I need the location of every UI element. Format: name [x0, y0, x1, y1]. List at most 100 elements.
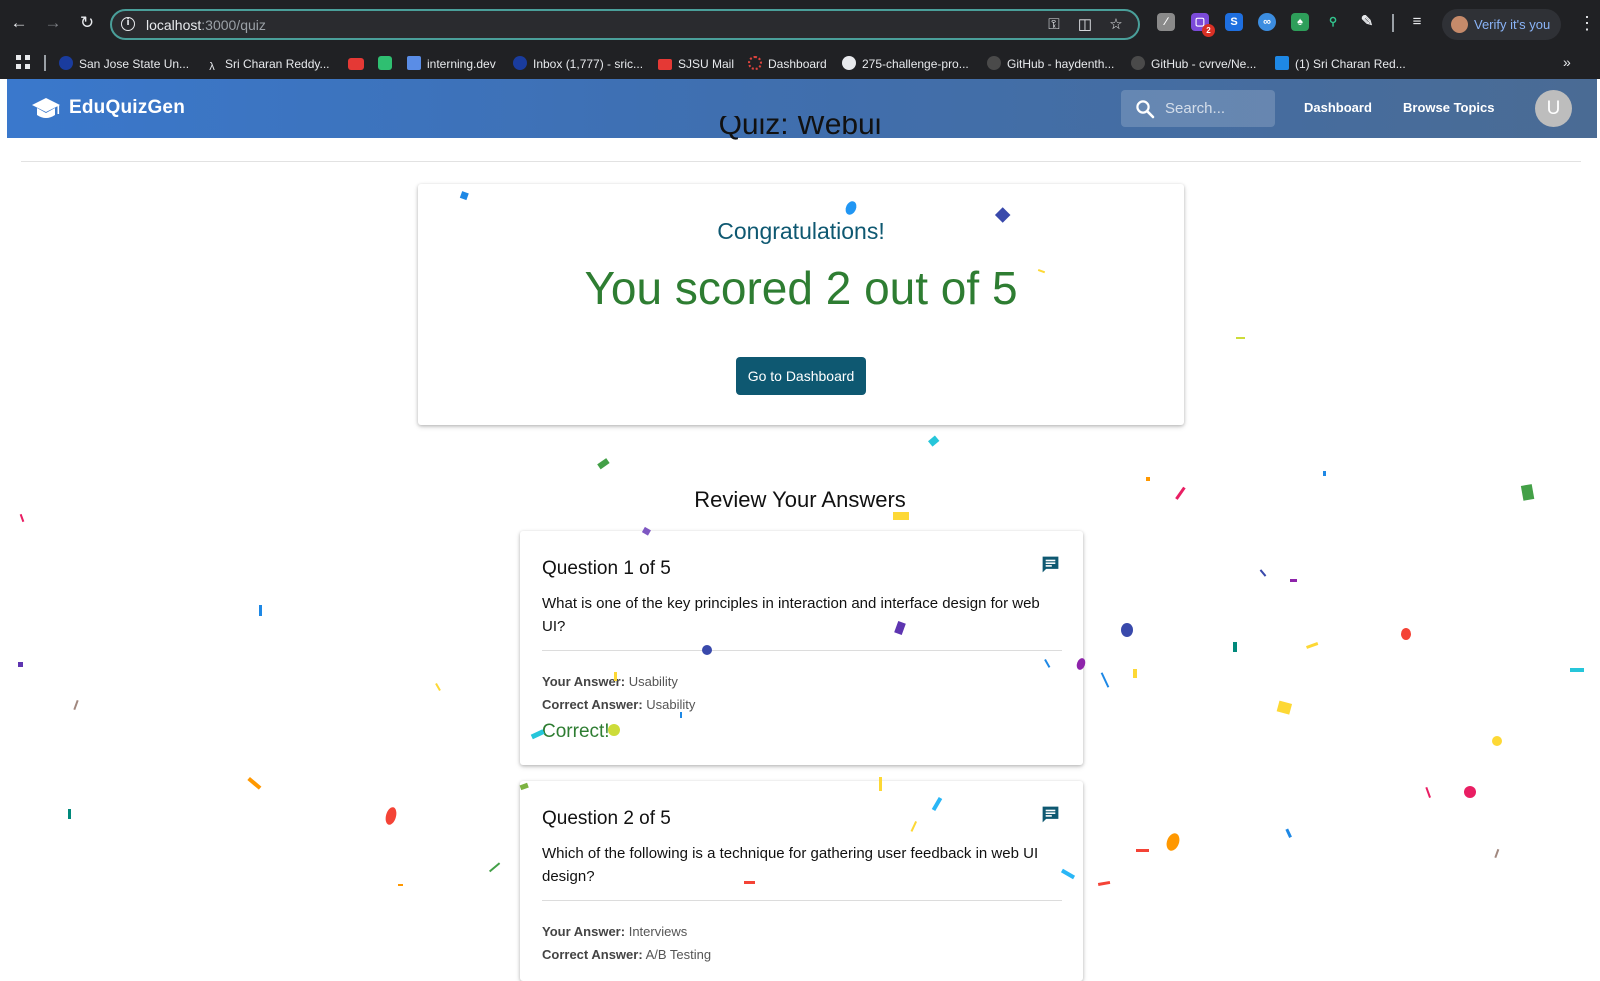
- bookmark-favicon: [748, 56, 762, 70]
- comment-icon[interactable]: [1040, 804, 1061, 825]
- score-text: You scored 2 out of 5: [584, 262, 1018, 314]
- verify-label: Verify it's you: [1474, 17, 1551, 32]
- github-icon: [987, 56, 1001, 70]
- confetti-piece: [1290, 579, 1297, 582]
- extension-icon[interactable]: ▢ 2: [1191, 13, 1215, 37]
- bookmark-item[interactable]: Inbox (1,777) - sric...: [513, 55, 643, 73]
- reload-icon[interactable]: ↻: [76, 12, 98, 34]
- confetti-piece: [893, 512, 909, 520]
- install-app-icon[interactable]: ◫: [1075, 15, 1095, 35]
- bookmark-star-icon[interactable]: ☆: [1106, 15, 1126, 35]
- forward-icon[interactable]: →: [42, 12, 64, 34]
- bookmark-favicon: [513, 56, 527, 70]
- confetti-piece: [1401, 628, 1411, 640]
- linkedin-icon: [1275, 56, 1289, 70]
- confetti-piece: [1425, 786, 1431, 798]
- confetti-piece: [1166, 833, 1180, 851]
- comment-icon[interactable]: [1040, 554, 1061, 575]
- github-icon: [1131, 56, 1145, 70]
- extension-icon[interactable]: ∕: [1157, 13, 1175, 31]
- confetti-piece: [73, 699, 79, 711]
- bookmark-item[interactable]: 275-challenge-pro...: [842, 55, 969, 73]
- question-text: What is one of the key principles in int…: [542, 595, 1040, 635]
- confetti-piece: [1121, 623, 1133, 637]
- correct-answer-value: A/B Testing: [645, 947, 712, 962]
- correct-answer-line: Correct Answer: A/B Testing: [542, 947, 711, 962]
- bookmark-label: Inbox (1,777) - sric...: [533, 57, 644, 71]
- confetti-piece: [1146, 477, 1150, 481]
- score-card: Congratulations! You scored 2 out of 5 G…: [418, 184, 1184, 425]
- bookmark-item[interactable]: SJSU Mail: [658, 55, 734, 73]
- browser-toolbar: ← → ↻ i localhost:3000/quiz ⚿ ◫ ☆ ∕ ▢ 2 S…: [0, 0, 1600, 48]
- extension-icon[interactable]: S: [1225, 13, 1243, 31]
- extension-icon[interactable]: ⚲: [1324, 13, 1342, 31]
- bookmark-item[interactable]: San Jose State Un...: [59, 55, 189, 73]
- confetti-piece: [19, 513, 25, 523]
- bookmark-label: (1) Sri Charan Red...: [1295, 57, 1406, 71]
- confetti-piece: [247, 776, 262, 790]
- confetti-piece: [1306, 642, 1319, 649]
- confetti-piece: [928, 435, 940, 447]
- your-answer-label: Your Answer:: [542, 674, 626, 689]
- page-title-text: Quiz: Webui: [718, 116, 882, 140]
- question-text: Which of the following is a technique fo…: [542, 845, 1039, 885]
- bookmark-label: San Jose State Un...: [79, 57, 190, 71]
- more-menu-icon[interactable]: ⋮: [1578, 12, 1596, 34]
- profile-verify-button[interactable]: Verify it's you: [1442, 9, 1561, 40]
- bookmark-item[interactable]: [378, 55, 398, 73]
- confetti-piece: [1100, 672, 1110, 688]
- confetti-piece: [1570, 668, 1584, 672]
- confetti-piece: [1276, 700, 1293, 715]
- bookmarks-overflow-icon[interactable]: »: [1563, 54, 1571, 70]
- extension-icon[interactable]: ∞: [1258, 13, 1276, 31]
- your-answer-line: Your Answer: Interviews: [542, 924, 687, 939]
- page-divider: [21, 161, 1581, 162]
- extension-icon[interactable]: ♠: [1291, 13, 1309, 31]
- extensions-puzzle-icon[interactable]: ✎: [1358, 13, 1376, 31]
- confetti-piece: [385, 807, 397, 825]
- password-key-icon[interactable]: ⚿: [1044, 15, 1064, 35]
- confetti-piece: [18, 662, 23, 667]
- your-answer-value: Usability: [628, 674, 678, 689]
- confetti-piece: [597, 458, 610, 470]
- bookmark-item[interactable]: [348, 55, 370, 73]
- bookmark-label: Dashboard: [768, 57, 827, 71]
- correct-answer-label: Correct Answer:: [542, 947, 643, 962]
- bookmark-item[interactable]: λ Sri Charan Reddy...: [205, 55, 330, 74]
- confetti-piece: [1233, 642, 1237, 652]
- confetti-piece: [1494, 848, 1500, 859]
- address-url[interactable]: localhost:3000/quiz: [146, 17, 266, 33]
- bookmark-label: Sri Charan Reddy...: [225, 57, 330, 71]
- correct-answer-value: Usability: [646, 697, 696, 712]
- bookmark-label: 275-challenge-pro...: [862, 57, 969, 71]
- question-divider: [542, 650, 1062, 651]
- address-bar[interactable]: i localhost:3000/quiz ⚿ ◫ ☆: [110, 9, 1140, 40]
- bookmark-item[interactable]: Dashboard: [748, 55, 827, 73]
- nav-dashboard-link[interactable]: Dashboard: [1304, 100, 1372, 115]
- bookmark-item[interactable]: interning.dev: [407, 55, 496, 73]
- back-icon[interactable]: ←: [8, 12, 30, 34]
- bookmark-item[interactable]: GitHub - cvrve/Ne...: [1131, 55, 1256, 73]
- your-answer-line: Your Answer: Usability: [542, 674, 678, 689]
- url-host: localhost: [146, 17, 202, 33]
- gmail-icon: [658, 59, 672, 70]
- extension-badge: 2: [1202, 24, 1215, 37]
- review-heading: Review Your Answers: [694, 487, 906, 512]
- confetti-piece: [488, 862, 501, 873]
- hackerrank-icon: [378, 56, 392, 70]
- url-path: :3000/quiz: [201, 17, 266, 33]
- apps-grid-icon[interactable]: [16, 55, 30, 69]
- confetti-piece: [68, 809, 71, 819]
- bookmark-label: GitHub - haydenth...: [1007, 57, 1115, 71]
- bookmark-item[interactable]: GitHub - haydenth...: [987, 55, 1114, 73]
- go-to-dashboard-button[interactable]: Go to Dashboard: [736, 357, 866, 395]
- bookmark-item[interactable]: (1) Sri Charan Red...: [1275, 55, 1406, 73]
- site-info-icon[interactable]: i: [121, 17, 135, 31]
- confetti-piece: [259, 605, 262, 616]
- confetti-piece: [1285, 828, 1292, 838]
- reading-list-icon[interactable]: ≡: [1408, 13, 1426, 31]
- confetti-piece: [1133, 669, 1137, 678]
- congrats-heading: Congratulations!: [717, 218, 885, 244]
- profile-avatar: [1451, 16, 1468, 33]
- nav-browse-topics-link[interactable]: Browse Topics: [1403, 100, 1495, 115]
